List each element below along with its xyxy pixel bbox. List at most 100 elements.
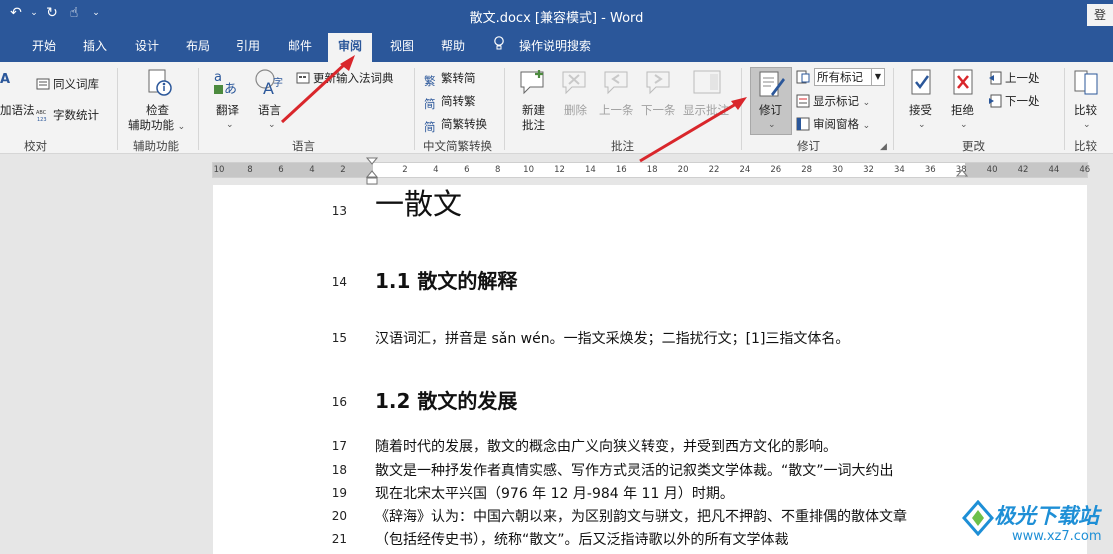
tab-mailings[interactable]: 邮件 bbox=[288, 37, 312, 54]
accessibility-check-line1[interactable]: 检查 bbox=[146, 102, 169, 118]
ruler-area: 10 8 6 4 2 2 4 6 8 10 12 14 16 18 20 22 24 26 28 30 32 34 36 38… bbox=[0, 155, 1113, 185]
line-number: 18 bbox=[331, 463, 347, 477]
previous-comment-button[interactable]: 上一条 bbox=[599, 102, 634, 118]
group-separator bbox=[414, 68, 415, 150]
ime-dictionary-icon bbox=[296, 72, 310, 84]
tab-layout[interactable]: 布局 bbox=[186, 37, 210, 54]
tab-review[interactable]: 审阅 bbox=[328, 33, 373, 62]
paragraph-text[interactable]: 《辞海》认为：中国六朝以来，为区别韵文与骈文，把凡不押韵、不重排偶的散体文章 bbox=[375, 506, 907, 526]
document-line[interactable]: 14 1.1 散文的解释 bbox=[213, 255, 1087, 293]
right-indent-marker-icon[interactable] bbox=[956, 169, 968, 183]
tab-help[interactable]: 帮助 bbox=[441, 37, 465, 54]
language-icon[interactable]: A字 bbox=[254, 68, 284, 98]
ruler-tick-label: 4 bbox=[433, 165, 439, 175]
ruler-tick-label: 6 bbox=[464, 165, 470, 175]
delete-comment-button[interactable]: 删除 bbox=[564, 102, 587, 118]
tab-home[interactable]: 开始 bbox=[32, 37, 56, 54]
chinese-convert-button[interactable]: 简简繁转换 bbox=[424, 116, 487, 134]
show-markup-button[interactable]: 显示标记 ⌄ bbox=[796, 93, 870, 109]
ruler-tick-label: 20 bbox=[677, 165, 689, 175]
word-count-icon: ABC123 bbox=[36, 110, 47, 122]
paragraph-text[interactable]: 散文是一种抒发作者真情实感、写作方式灵活的记叙类文学体裁。“散文”一词大约出 bbox=[375, 460, 894, 480]
ruler-tick-label: 2 bbox=[340, 165, 346, 175]
chevron-down-icon[interactable]: ⌄ bbox=[1083, 116, 1091, 130]
compare-icon[interactable] bbox=[1072, 68, 1102, 98]
tab-references[interactable]: 引用 bbox=[236, 37, 260, 54]
reject-change-icon[interactable] bbox=[949, 68, 979, 98]
paragraph-text[interactable]: （包括经传史书），统称“散文”。后又泛指诗歌以外的所有文学体裁 bbox=[375, 529, 789, 549]
document-line[interactable]: 16 1.2 散文的发展 bbox=[213, 375, 1087, 413]
ribbon-review: A 加语法 同义词库 ABC 123 字数统计 校对 检查 辅助功能 ⌄ 辅助功能 … bbox=[0, 62, 1113, 154]
tab-design[interactable]: 设计 bbox=[135, 37, 159, 54]
line-number: 16 bbox=[331, 395, 347, 409]
svg-text:123: 123 bbox=[37, 117, 47, 122]
ruler-tick-label: 18 bbox=[646, 165, 658, 175]
simp-to-trad-label: 简转繁 bbox=[441, 94, 476, 108]
tab-view[interactable]: 视图 bbox=[390, 37, 414, 54]
line-number: 15 bbox=[331, 331, 347, 345]
heading-text[interactable]: 一散文 bbox=[375, 181, 462, 223]
thesaurus-button[interactable]: 同义词库 bbox=[36, 76, 99, 92]
accessibility-check-icon[interactable] bbox=[144, 68, 174, 98]
ruler-tick-label: 30 bbox=[832, 165, 844, 175]
accessibility-check-line2: 辅助功能 bbox=[128, 118, 174, 132]
next-change-button[interactable]: 下一处 bbox=[988, 93, 1040, 109]
chinese-convert-icon: 简 bbox=[424, 120, 436, 134]
chevron-down-icon[interactable]: ⌄ bbox=[226, 116, 234, 130]
paragraph-text[interactable]: 现在北宋太平兴国（976 年 12 月-984 年 11 月）时期。 bbox=[375, 483, 734, 503]
accessibility-check-button[interactable]: 辅助功能 ⌄ bbox=[128, 117, 185, 133]
heading-text[interactable]: 1.1 散文的解释 bbox=[375, 265, 517, 294]
chevron-down-icon[interactable]: ⌄ bbox=[918, 116, 926, 130]
new-comment-icon[interactable] bbox=[518, 68, 548, 98]
previous-change-button[interactable]: 上一处 bbox=[988, 70, 1040, 86]
line-number: 19 bbox=[331, 486, 347, 500]
simp-to-trad-button[interactable]: 简简转繁 bbox=[424, 93, 476, 111]
thesaurus-icon bbox=[36, 78, 50, 90]
ruler-tick-label: 12 bbox=[554, 165, 565, 175]
tab-insert[interactable]: 插入 bbox=[83, 37, 107, 54]
next-change-icon bbox=[989, 94, 1002, 108]
paragraph-text[interactable]: 汉语词汇，拼音是 sǎn wén。一指文采焕发；二指扰行文；[1]三指文体名。 bbox=[375, 328, 849, 348]
next-comment-button[interactable]: 下一条 bbox=[641, 102, 676, 118]
document-line[interactable]: 15 汉语词汇，拼音是 sǎn wén。一指文采焕发；二指扰行文；[1]三指文体名… bbox=[213, 323, 1087, 353]
ruler-tick-label: 40 bbox=[986, 165, 998, 175]
new-comment-button[interactable]: 批注 bbox=[522, 117, 545, 133]
document-page[interactable]: 13 一散文 14 1.1 散文的解释 15 汉语词汇，拼音是 sǎn wén。一指文采焕… bbox=[213, 185, 1087, 554]
trad-to-simp-button[interactable]: 繁繁转简 bbox=[424, 70, 476, 88]
group-label-language: 语言 bbox=[292, 139, 315, 153]
chevron-down-icon[interactable]: ⌄ bbox=[268, 116, 276, 130]
word-count-button[interactable]: ABC 123 字数统计 bbox=[36, 107, 99, 123]
dialog-launcher-icon[interactable]: ◢ bbox=[880, 142, 887, 152]
site-watermark: 极光下载站 www.xz7.com bbox=[960, 496, 1110, 552]
login-button[interactable]: 登 bbox=[1087, 4, 1113, 26]
chevron-down-icon: ⌄ bbox=[177, 122, 186, 132]
reviewing-pane-button[interactable]: 审阅窗格 ⌄ bbox=[796, 116, 870, 132]
markup-select[interactable]: 所有标记 ▼ bbox=[814, 68, 885, 86]
update-ime-dictionary-button[interactable]: 更新输入法词典 bbox=[296, 70, 394, 86]
accept-change-icon[interactable] bbox=[907, 68, 937, 98]
show-comments-button[interactable]: 显示批注 bbox=[683, 102, 729, 118]
heading-text[interactable]: 1.2 散文的发展 bbox=[375, 385, 517, 414]
simp-to-trad-icon: 简 bbox=[424, 97, 436, 111]
spelling-icon[interactable]: A bbox=[0, 72, 10, 87]
tell-me-search[interactable]: 操作说明搜索 bbox=[519, 37, 591, 54]
paragraph-text[interactable]: 随着时代的发展，散文的概念由广义向狭义转变，并受到西方文化的影响。 bbox=[375, 436, 837, 456]
translate-icon[interactable]: aあ bbox=[212, 68, 242, 98]
word-count-label: 字数统计 bbox=[53, 108, 99, 122]
chevron-down-icon: ⌄ bbox=[862, 98, 871, 108]
chevron-down-icon[interactable]: ⌄ bbox=[960, 116, 968, 130]
reviewing-pane-icon bbox=[796, 117, 810, 131]
show-markup-icon bbox=[796, 94, 810, 108]
chevron-down-icon: ▼ bbox=[871, 69, 884, 85]
markup-select-value: 所有标记 bbox=[817, 70, 863, 84]
show-markup-label: 显示标记 bbox=[813, 94, 859, 108]
group-separator bbox=[117, 68, 118, 150]
document-line[interactable]: 22 bbox=[213, 547, 1087, 554]
group-label-chinese-conversion: 中文简繁转换 bbox=[423, 139, 492, 153]
document-line[interactable]: 13 一散文 bbox=[213, 185, 1087, 221]
new-comment-line1[interactable]: 新建 bbox=[522, 102, 545, 118]
ruler-tick-label: 10 bbox=[213, 165, 225, 175]
grammar-button[interactable]: 加语法 bbox=[0, 102, 35, 118]
ruler-margin-left bbox=[213, 163, 373, 177]
ruler-tick-label: 6 bbox=[278, 165, 284, 175]
